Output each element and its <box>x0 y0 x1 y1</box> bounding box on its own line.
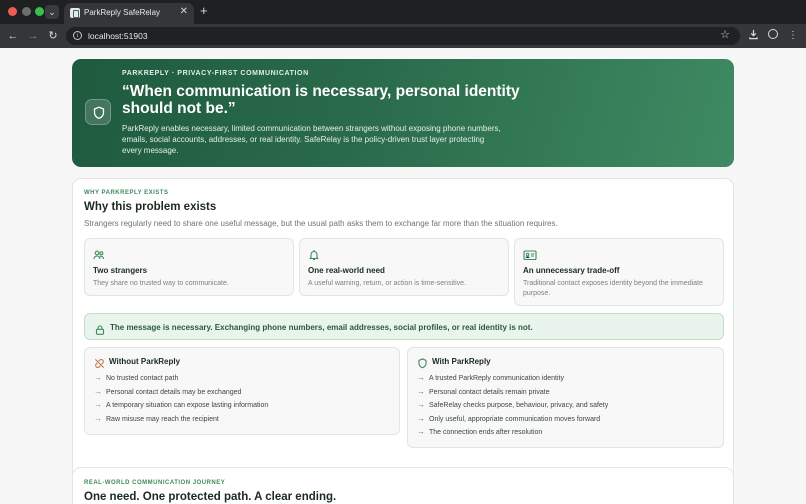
address-bar[interactable]: i localhost:51903 ☆ <box>66 27 740 45</box>
arrow-right-icon: → <box>417 413 425 423</box>
why-section-card: WHY PARKREPLY EXISTS Why this problem ex… <box>72 178 734 504</box>
fact-description: They share no trusted way to communicate… <box>93 280 229 287</box>
key-message-banner: The message is necessary. Exchanging pho… <box>84 313 724 340</box>
arrow-right-icon: → <box>417 427 425 436</box>
journey-section-card: REAL-WORLD COMMUNICATION JOURNEY One nee… <box>72 467 734 504</box>
bookmark-star-icon[interactable]: ☆ <box>720 29 730 42</box>
section-eyebrow: WHY PARKREPLY EXISTS <box>84 190 169 196</box>
profile-icon[interactable] <box>766 29 780 43</box>
fact-card-two-strangers: Two strangers They share no trusted way … <box>84 238 294 296</box>
fact-card-real-world-need: One real-world need A useful warning, re… <box>299 238 509 296</box>
tab-search-chevron-icon[interactable]: ⌄ <box>45 5 59 19</box>
hero-eyebrow: PARKREPLY · PRIVACY-FIRST COMMUNICATION <box>122 70 309 77</box>
browser-toolbar: ← → ↻ i localhost:51903 ☆ ⋮ <box>0 24 806 48</box>
fact-title: One real-world need <box>308 266 385 275</box>
with-list: → A trusted ParkReply communication ident… <box>417 373 608 441</box>
arrow-right-icon: → <box>417 386 425 396</box>
minimize-window-button[interactable] <box>22 7 31 16</box>
shield-icon <box>417 356 428 374</box>
fact-description: Traditional contact exposes identity bey… <box>523 280 703 297</box>
hero-quote: “When communication is necessary, person… <box>122 83 520 117</box>
fact-title: Two strangers <box>93 266 148 275</box>
bell-icon <box>308 248 320 261</box>
browser-tab-bar: ⌄ ParkReply SafeRelay ✕ + <box>0 0 806 24</box>
tab-close-icon[interactable]: ✕ <box>180 6 188 18</box>
shield-icon <box>85 99 111 125</box>
without-title: Without ParkReply <box>109 357 181 366</box>
with-title: With ParkReply <box>432 357 491 366</box>
section-subtitle: Strangers regularly need to share one us… <box>84 219 558 228</box>
section-eyebrow: REAL-WORLD COMMUNICATION JOURNEY <box>84 480 226 486</box>
lock-icon <box>95 322 105 340</box>
section-title: One need. One protected path. A clear en… <box>84 491 337 503</box>
list-item: → Personal contact details may be exchang… <box>94 386 242 396</box>
section-title: Why this problem exists <box>84 201 217 213</box>
people-icon <box>93 248 105 260</box>
fact-description: A useful warning, return, or action is t… <box>308 280 466 287</box>
id-card-icon <box>523 248 537 261</box>
download-icon[interactable] <box>746 29 760 43</box>
maximize-window-button[interactable] <box>35 7 44 16</box>
address-bar-url[interactable]: localhost:51903 <box>88 31 148 41</box>
list-item: → A trusted ParkReply communication ident… <box>417 373 565 382</box>
arrow-right-icon: → <box>94 400 102 409</box>
new-tab-button[interactable]: + <box>200 4 208 18</box>
hero-banner: PARKREPLY · PRIVACY-FIRST COMMUNICATION … <box>72 59 734 167</box>
back-arrow-icon[interactable]: ← <box>6 29 20 43</box>
reload-icon[interactable]: ↻ <box>46 29 60 43</box>
browser-tab[interactable]: ParkReply SafeRelay ✕ <box>64 3 194 24</box>
tab-title: ParkReply SafeRelay <box>84 8 161 17</box>
list-item: → SafeRelay checks purpose, behaviour, pr… <box>417 400 609 409</box>
close-window-button[interactable] <box>8 7 17 16</box>
page-viewport: PARKREPLY · PRIVACY-FIRST COMMUNICATION … <box>0 48 806 504</box>
arrow-right-icon: → <box>417 373 425 382</box>
without-parkreply-panel: Without ParkReply → No trusted contact pa… <box>84 347 400 435</box>
list-item: → No trusted contact path <box>94 373 179 382</box>
fact-title: An unnecessary trade-off <box>523 266 620 275</box>
with-parkreply-panel: With ParkReply → A trusted ParkReply comm… <box>407 347 724 448</box>
arrow-right-icon: → <box>94 413 102 423</box>
key-message-text: The message is necessary. Exchanging pho… <box>110 323 533 332</box>
favicon-icon <box>70 8 80 18</box>
more-menu-icon[interactable]: ⋮ <box>786 29 800 43</box>
without-list: → No trusted contact path → Personal conta… <box>94 373 268 427</box>
arrow-right-icon: → <box>94 386 102 396</box>
site-info-icon[interactable]: i <box>73 31 82 40</box>
fact-card-trade-off: An unnecessary trade-off Traditional con… <box>514 238 724 306</box>
list-item: → A temporary situation can expose lastin… <box>94 400 269 409</box>
arrow-right-icon: → <box>417 400 425 409</box>
list-item: → Raw misuse may reach the recipient <box>94 413 219 423</box>
list-item: → Only useful, appropriate communication … <box>417 413 601 423</box>
list-item: → The connection ends after resolution <box>417 427 543 436</box>
list-item: → Personal contact details remain private <box>417 386 550 396</box>
link-broken-icon <box>94 356 105 374</box>
hero-description: ParkReply enables necessary, limited com… <box>122 124 501 155</box>
arrow-right-icon: → <box>94 373 102 382</box>
forward-arrow-icon[interactable]: → <box>26 29 40 43</box>
